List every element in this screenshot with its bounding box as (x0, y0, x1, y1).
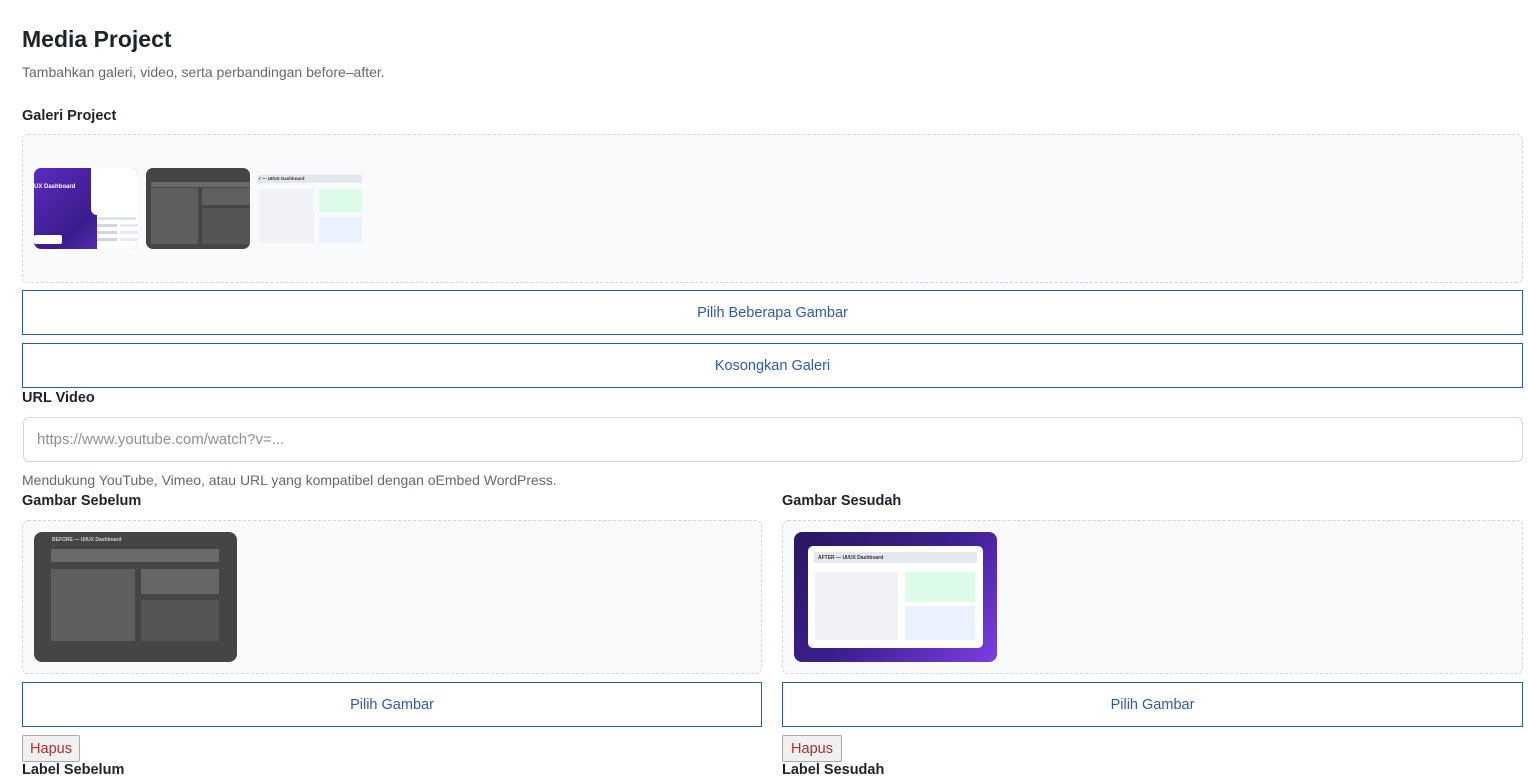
thumbnail-panel (319, 189, 362, 212)
thumbnail-panel (97, 208, 138, 249)
thumbnail-row (98, 217, 136, 220)
select-before-image-button[interactable]: Pilih Gambar (22, 682, 762, 727)
thumbnail-bar: r — UI/UX Dashboard (258, 175, 362, 183)
thumbnail-panel (319, 217, 362, 243)
video-url-input[interactable] (23, 417, 1523, 462)
thumbnail-row (120, 231, 138, 234)
select-after-image-button[interactable]: Pilih Gambar (782, 682, 1523, 727)
before-image-preview[interactable]: BEFORE — UI/UX Dashboard (34, 532, 237, 662)
preview-bar (51, 549, 219, 562)
gallery-dropzone[interactable]: UX Dashboard r — UI/UX Dashboard (22, 134, 1523, 283)
preview-card: AFTER — UI/UX Dashboard (808, 546, 983, 648)
preview-panel (905, 572, 975, 602)
after-image-label: Gambar Sesudah (782, 493, 902, 509)
gallery-thumbnail[interactable]: r — UI/UX Dashboard (258, 168, 362, 249)
preview-panel (141, 569, 219, 594)
before-image-dropzone[interactable]: BEFORE — UI/UX Dashboard (22, 520, 762, 674)
preview-panel (51, 569, 135, 641)
after-image-caption: AFTER — UI/UX Dashboard (818, 555, 884, 561)
after-label-field-label: Label Sesudah (782, 762, 885, 778)
gallery-thumbnail[interactable] (146, 168, 250, 249)
page-subtitle: Tambahkan galeri, video, serta perbandin… (22, 64, 385, 80)
page-title: Media Project (22, 26, 172, 52)
after-image-dropzone[interactable]: AFTER — UI/UX Dashboard (782, 520, 1523, 674)
before-image-label: Gambar Sebelum (22, 493, 142, 509)
gallery-thumbnail[interactable]: UX Dashboard (34, 168, 138, 249)
thumbnail-row (120, 238, 138, 241)
preview-panel (141, 600, 219, 641)
preview-panel (815, 572, 898, 640)
thumbnail-row (97, 238, 117, 241)
video-url-help: Mendukung YouTube, Vimeo, atau URL yang … (22, 472, 557, 488)
after-image-preview[interactable]: AFTER — UI/UX Dashboard (794, 532, 997, 662)
thumbnail-bar (151, 182, 250, 187)
before-label-field-label: Label Sebelum (22, 762, 125, 778)
thumbnail-row (120, 224, 138, 227)
remove-before-image-button[interactable]: Hapus (22, 735, 80, 762)
video-url-label: URL Video (22, 390, 95, 406)
thumbnail-badge (34, 235, 62, 244)
gallery-label: Galeri Project (22, 108, 117, 124)
thumbnail-caption: r — UI/UX Dashboard (259, 176, 305, 181)
before-image-caption: BEFORE — UI/UX Dashboard (52, 537, 122, 543)
thumbnail-panel (151, 188, 198, 244)
preview-panel (905, 606, 975, 640)
clear-gallery-button[interactable]: Kosongkan Galeri (22, 343, 1523, 388)
thumbnail-panel (202, 188, 250, 205)
thumbnail-panel (259, 189, 314, 243)
thumbnail-panel (202, 208, 250, 244)
thumbnail-row (97, 231, 117, 234)
thumbnail-caption: UX Dashboard (34, 184, 76, 190)
select-gallery-images-button[interactable]: Pilih Beberapa Gambar (22, 290, 1523, 335)
preview-bar: AFTER — UI/UX Dashboard (814, 552, 977, 563)
thumbnail-row (97, 224, 117, 227)
remove-after-image-button[interactable]: Hapus (782, 735, 842, 762)
